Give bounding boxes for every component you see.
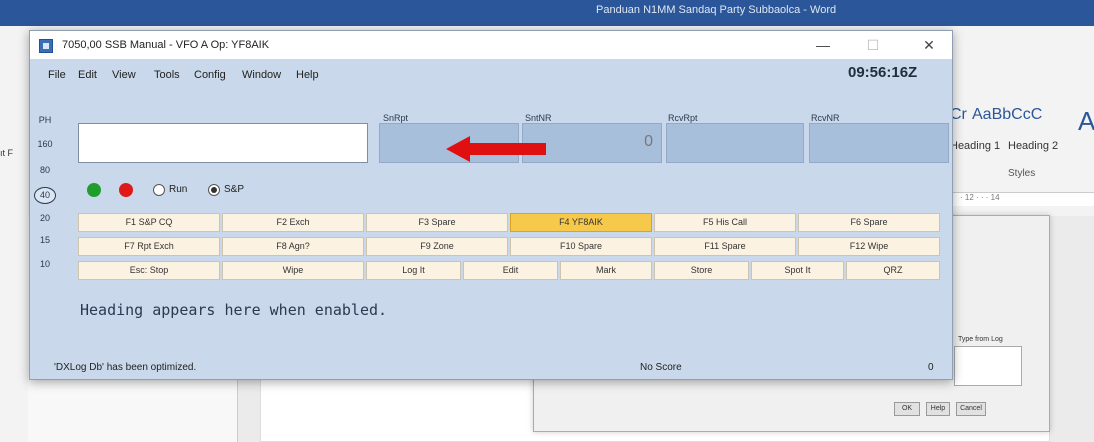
band-160[interactable]: 160 — [34, 139, 56, 149]
mode-ph[interactable]: PH — [34, 115, 56, 125]
score-text: No Score — [640, 362, 682, 373]
band-20[interactable]: 20 — [34, 213, 56, 223]
word-title-bar: Panduan N1MM Sandaq Party Subbaolca - Wo… — [0, 0, 1094, 26]
f5-button[interactable]: F5 His Call — [654, 213, 796, 232]
style-big-a[interactable]: A — [1078, 106, 1094, 162]
menu-config[interactable]: Config — [194, 69, 226, 81]
window-title-bar[interactable]: 7050,00 SSB Manual - VFO A Op: YF8AIK — … — [30, 31, 952, 59]
dialog-help-button[interactable]: Help — [926, 402, 950, 416]
f9-button[interactable]: F9 Zone — [366, 237, 508, 256]
sntnr-value: 0 — [644, 133, 653, 150]
label-rcvnr: RcvNR — [811, 113, 840, 123]
band-40[interactable]: 40 — [34, 187, 56, 204]
band-15[interactable]: 15 — [34, 235, 56, 245]
log-it-button[interactable]: Log It — [366, 261, 461, 280]
menu-edit[interactable]: Edit — [78, 69, 97, 81]
label-snrpt: SnRpt — [383, 113, 409, 123]
dialog-text-area[interactable] — [954, 346, 1022, 386]
mark-button[interactable]: Mark — [560, 261, 652, 280]
run-label: Run — [169, 184, 188, 195]
callsign-input[interactable] — [78, 123, 368, 163]
f3-button[interactable]: F3 Spare — [366, 213, 508, 232]
dialog-cancel-button[interactable]: Cancel — [956, 402, 986, 416]
maximize-icon[interactable]: ☐ — [858, 35, 888, 55]
window-title: 7050,00 SSB Manual - VFO A Op: YF8AIK — [62, 39, 270, 51]
f6-button[interactable]: F6 Spare — [798, 213, 940, 232]
f8-button[interactable]: F8 Agn? — [222, 237, 364, 256]
label-rcvrpt: RcvRpt — [668, 113, 698, 123]
menu-view[interactable]: View — [112, 69, 136, 81]
spot-it-button[interactable]: Spot It — [751, 261, 844, 280]
heading-message: Heading appears here when enabled. — [80, 301, 388, 319]
ruler: · 12 · · · 14 — [950, 192, 1094, 206]
score-value: 0 — [928, 362, 934, 373]
sp-label: S&P — [224, 184, 245, 195]
rcvnr-field[interactable] — [809, 123, 949, 163]
menu-bar: File Edit View Tools Config Window Help — [30, 61, 952, 87]
utc-clock: 09:56:16Z — [848, 64, 918, 81]
styles-gallery: Cr AaBbCcC A Heading 1 Heading 2 — [950, 106, 1094, 196]
app-icon — [39, 39, 53, 53]
dialog-label: Type from Log — [958, 336, 1003, 343]
sp-radio[interactable] — [208, 184, 220, 196]
f7-button[interactable]: F7 Rpt Exch — [78, 237, 220, 256]
band-80[interactable]: 80 — [34, 165, 56, 175]
store-button[interactable]: Store — [654, 261, 749, 280]
left-strip: ıt F — [0, 40, 28, 442]
esc-stop-button[interactable]: Esc: Stop — [78, 261, 220, 280]
minimize-icon[interactable]: — — [808, 35, 838, 55]
green-led — [87, 183, 101, 197]
style-heading1: Heading 1 — [950, 140, 1001, 152]
edit-button[interactable]: Edit — [463, 261, 558, 280]
word-title: Panduan N1MM Sandaq Party Subbaolca - Wo… — [596, 4, 837, 16]
styles-group-label: Styles — [1008, 168, 1036, 179]
f10-button[interactable]: F10 Spare — [510, 237, 652, 256]
rcvrpt-field[interactable] — [666, 123, 804, 163]
f12-button[interactable]: F12 Wipe — [798, 237, 940, 256]
red-led — [119, 183, 133, 197]
style-normal[interactable]: AaBbCcC — [972, 106, 1042, 162]
annotation-arrow-icon — [446, 136, 546, 162]
status-text: 'DXLog Db' has been optimized. — [54, 362, 197, 373]
left-fragment: ıt F — [0, 148, 13, 158]
f2-button[interactable]: F2 Exch — [222, 213, 364, 232]
f1-button[interactable]: F1 S&P CQ — [78, 213, 220, 232]
band-10[interactable]: 10 — [34, 259, 56, 269]
menu-file[interactable]: File — [48, 69, 66, 81]
status-bar: 'DXLog Db' has been optimized. No Score … — [30, 357, 952, 379]
wipe-button[interactable]: Wipe — [222, 261, 364, 280]
dialog-ok-button[interactable]: OK — [894, 402, 920, 416]
menu-help[interactable]: Help — [296, 69, 319, 81]
menu-window[interactable]: Window — [242, 69, 281, 81]
close-icon[interactable]: ✕ — [914, 35, 944, 55]
style-heading2: Heading 2 — [1008, 140, 1059, 152]
run-radio[interactable] — [153, 184, 165, 196]
f4-button[interactable]: F4 YF8AIK — [510, 213, 652, 232]
logger-window: 7050,00 SSB Manual - VFO A Op: YF8AIK — … — [29, 30, 953, 380]
f11-button[interactable]: F11 Spare — [654, 237, 796, 256]
label-sntnr: SntNR — [525, 113, 552, 123]
qrz-button[interactable]: QRZ — [846, 261, 940, 280]
menu-tools[interactable]: Tools — [154, 69, 180, 81]
